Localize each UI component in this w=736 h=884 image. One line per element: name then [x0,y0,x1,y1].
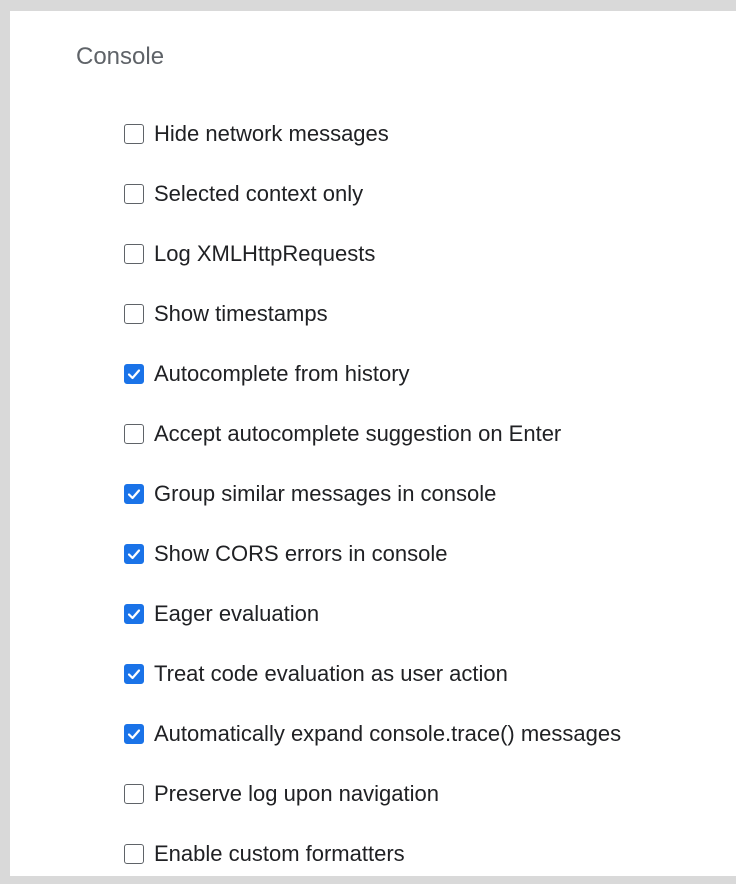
setting-row-enable-custom-formatters[interactable]: Enable custom formatters [124,824,621,884]
checkbox-group-similar-messages-in-console[interactable] [124,484,144,504]
section-title: Console [76,43,165,70]
settings-panel: Console Hide network messages Selected c… [10,11,736,876]
setting-label: Log XMLHttpRequests [154,241,376,266]
checkmark-icon [127,369,141,380]
setting-row-automatically-expand-console-trace-messages[interactable]: Automatically expand console.trace() mes… [124,704,621,764]
checkmark-icon [127,549,141,560]
setting-row-show-cors-errors-in-console[interactable]: Show CORS errors in console [124,524,621,584]
checkbox-hide-network-messages[interactable] [124,124,144,144]
setting-label: Show CORS errors in console [154,541,448,566]
setting-row-treat-code-evaluation-as-user-action[interactable]: Treat code evaluation as user action [124,644,621,704]
checkbox-enable-custom-formatters[interactable] [124,844,144,864]
checkmark-icon [127,669,141,680]
setting-row-selected-context-only[interactable]: Selected context only [124,164,621,224]
checkbox-accept-autocomplete-suggestion-on-enter[interactable] [124,424,144,444]
checkbox-automatically-expand-console-trace-messages[interactable] [124,724,144,744]
setting-label: Selected context only [154,181,364,206]
setting-row-preserve-log-upon-navigation[interactable]: Preserve log upon navigation [124,764,621,824]
checkmark-icon [127,489,141,500]
setting-label: Treat code evaluation as user action [154,661,508,686]
setting-row-autocomplete-from-history[interactable]: Autocomplete from history [124,344,621,404]
setting-label: Enable custom formatters [154,841,405,866]
setting-label: Hide network messages [154,121,389,146]
settings-list: Hide network messages Selected context o… [124,104,621,884]
checkbox-show-cors-errors-in-console[interactable] [124,544,144,564]
checkmark-icon [127,609,141,620]
setting-label: Eager evaluation [154,601,320,626]
checkbox-eager-evaluation[interactable] [124,604,144,624]
checkbox-selected-context-only[interactable] [124,184,144,204]
setting-row-log-xmlhttprequests[interactable]: Log XMLHttpRequests [124,224,621,284]
setting-label: Show timestamps [154,301,328,326]
checkbox-show-timestamps[interactable] [124,304,144,324]
setting-row-hide-network-messages[interactable]: Hide network messages [124,104,621,164]
checkbox-treat-code-evaluation-as-user-action[interactable] [124,664,144,684]
checkmark-icon [127,729,141,740]
checkbox-autocomplete-from-history[interactable] [124,364,144,384]
setting-row-accept-autocomplete-suggestion-on-enter[interactable]: Accept autocomplete suggestion on Enter [124,404,621,464]
setting-row-eager-evaluation[interactable]: Eager evaluation [124,584,621,644]
setting-label: Preserve log upon navigation [154,781,439,806]
checkbox-log-xmlhttprequests[interactable] [124,244,144,264]
setting-row-show-timestamps[interactable]: Show timestamps [124,284,621,344]
setting-row-group-similar-messages-in-console[interactable]: Group similar messages in console [124,464,621,524]
setting-label: Accept autocomplete suggestion on Enter [154,421,562,446]
setting-label: Group similar messages in console [154,481,497,506]
setting-label: Autocomplete from history [154,361,410,386]
setting-label: Automatically expand console.trace() mes… [154,721,622,746]
checkbox-preserve-log-upon-navigation[interactable] [124,784,144,804]
